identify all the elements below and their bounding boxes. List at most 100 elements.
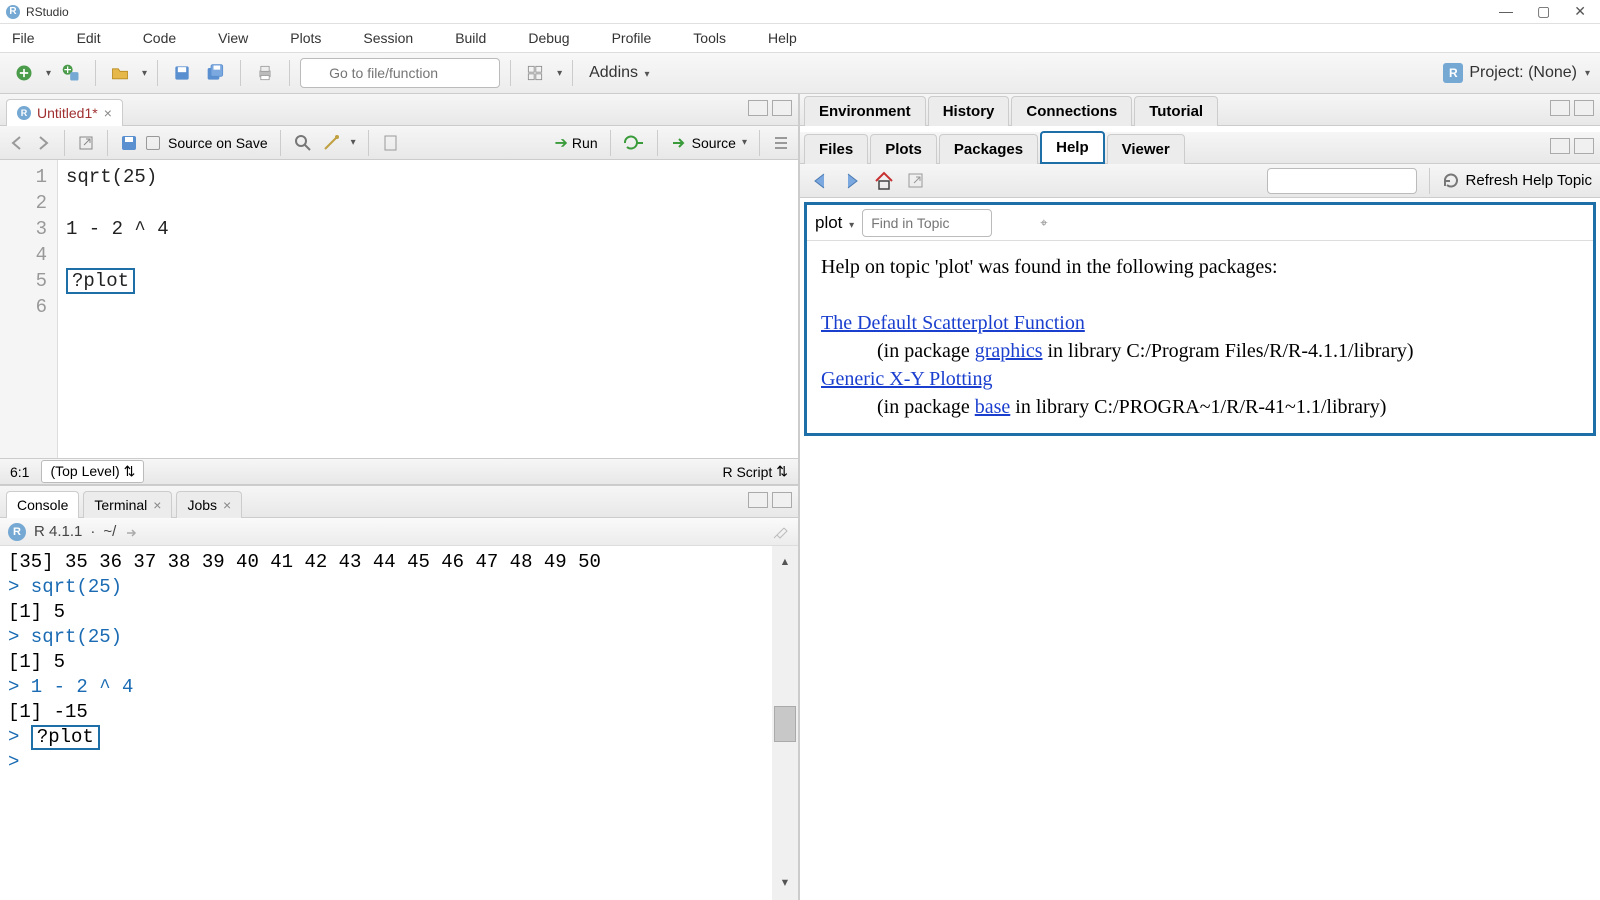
goto-file-input[interactable] [300,58,500,88]
scroll-up-icon[interactable]: ▴ [780,550,790,575]
cursor-position: 6:1 [10,464,29,480]
close-icon[interactable]: ✕ [1574,3,1586,20]
search-icon[interactable] [293,133,313,153]
help-topic-selector[interactable]: plot ▾ [815,213,854,233]
menu-plots[interactable]: Plots [290,30,321,46]
tab-viewer[interactable]: Viewer [1107,134,1185,164]
minimize-icon[interactable]: — [1499,3,1513,20]
wand-icon[interactable] [321,133,341,153]
r-version: R 4.1.1 [34,523,82,540]
back-icon[interactable] [8,134,26,152]
maximize-icon[interactable]: ▢ [1537,3,1550,20]
close-tab-icon[interactable]: × [104,105,112,121]
menu-bar: File Edit Code View Plots Session Build … [0,24,1600,52]
console-scrollbar[interactable]: ▴ ▾ [772,546,798,900]
tab-help[interactable]: Help [1040,131,1105,164]
scroll-down-icon[interactable]: ▾ [780,871,790,896]
tab-tutorial[interactable]: Tutorial [1134,96,1218,126]
pane-maximize-icon[interactable] [1574,138,1594,154]
source-tab-untitled1[interactable]: R Untitled1* × [6,99,123,126]
find-in-topic-input[interactable] [862,209,992,237]
help-link-graphics[interactable]: graphics [975,340,1043,362]
scope-selector[interactable]: (Top Level) ⇅ [41,460,144,483]
pane-minimize-icon[interactable] [1550,138,1570,154]
run-button[interactable]: ➔Run [555,133,598,153]
help-link-scatterplot[interactable]: The Default Scatterplot Function [821,312,1085,334]
popup-wd-icon[interactable] [124,524,140,540]
pane-minimize-icon[interactable] [1550,100,1570,116]
console-output[interactable]: [35] 35 36 37 38 39 40 41 42 43 44 45 46… [0,546,798,900]
source-on-save-checkbox[interactable] [146,136,160,150]
pane-minimize-icon[interactable] [748,492,768,508]
code-area[interactable]: sqrt(25) 1 - 2 ^ 4 ?plot [58,160,798,458]
line-gutter: 123456 [0,160,58,458]
menu-build[interactable]: Build [455,30,486,46]
refresh-help-button[interactable]: Refresh Help Topic [1442,172,1592,190]
notebook-icon[interactable] [381,134,399,152]
broom-icon[interactable] [770,522,790,542]
help-content: Help on topic 'plot' was found in the fo… [807,241,1593,433]
tab-terminal[interactable]: Terminal × [83,491,172,518]
menu-debug[interactable]: Debug [528,30,569,46]
source-button[interactable]: Source▾ [670,134,747,152]
popup-icon[interactable] [77,134,95,152]
console-tabs: Console Terminal × Jobs × [0,486,798,518]
help-back-icon[interactable] [808,169,832,193]
tab-console[interactable]: Console [6,491,79,518]
highlighted-console: ?plot [31,725,100,750]
pane-maximize-icon[interactable] [772,100,792,116]
tab-jobs[interactable]: Jobs × [176,491,242,518]
save-source-icon[interactable] [120,134,138,152]
project-menu[interactable]: R Project: (None) ▾ [1443,63,1590,83]
source-editor[interactable]: 123456 sqrt(25) 1 - 2 ^ 4 ?plot [0,160,798,458]
pane-maximize-icon[interactable] [772,492,792,508]
menu-file[interactable]: File [12,30,35,46]
project-r-icon: R [1443,63,1463,83]
tab-connections[interactable]: Connections [1011,96,1132,126]
new-file-button[interactable] [10,59,38,87]
highlighted-code: ?plot [66,268,135,294]
menu-view[interactable]: View [218,30,248,46]
grid-view-button[interactable] [521,59,549,87]
title-bar: R RStudio — ▢ ✕ [0,0,1600,24]
tab-history[interactable]: History [928,96,1010,126]
scroll-thumb[interactable] [774,706,796,742]
forward-icon[interactable] [34,134,52,152]
open-file-button[interactable] [106,59,134,87]
pane-maximize-icon[interactable] [1574,100,1594,116]
addins-button[interactable]: Addins ▾ [589,64,649,82]
goto-file-wrap [300,58,500,88]
menu-profile[interactable]: Profile [612,30,652,46]
tab-packages[interactable]: Packages [939,134,1038,164]
source-status-bar: 6:1 (Top Level) ⇅ R Script ⇅ [0,458,798,484]
tab-environment[interactable]: Environment [804,96,926,126]
print-button[interactable] [251,59,279,87]
help-link-base[interactable]: base [975,396,1011,418]
menu-tools[interactable]: Tools [693,30,726,46]
new-project-button[interactable] [57,59,85,87]
help-forward-icon[interactable] [840,169,864,193]
grid-caret-icon[interactable]: ▾ [557,68,562,79]
pane-minimize-icon[interactable] [748,100,768,116]
help-link-xyplot[interactable]: Generic X-Y Plotting [821,368,992,390]
working-dir: ~/ [103,523,116,540]
menu-help[interactable]: Help [768,30,797,46]
rerun-icon[interactable] [623,134,645,152]
tab-plots[interactable]: Plots [870,134,937,164]
env-pane-tabs: Environment History Connections Tutorial [800,94,1600,126]
menu-edit[interactable]: Edit [77,30,101,46]
new-file-caret-icon[interactable]: ▾ [46,68,51,79]
help-heading: Help on topic 'plot' was found in the fo… [821,253,1579,281]
open-recent-caret-icon[interactable]: ▾ [142,68,147,79]
save-button[interactable] [168,59,196,87]
outline-icon[interactable] [772,134,790,152]
menu-session[interactable]: Session [363,30,413,46]
help-search-input[interactable] [1267,168,1417,194]
menu-code[interactable]: Code [143,30,176,46]
r-icon: R [8,523,26,541]
tab-files[interactable]: Files [804,134,868,164]
save-all-button[interactable] [202,59,230,87]
help-home-icon[interactable] [872,169,896,193]
help-popup-icon[interactable] [904,169,928,193]
r-file-icon: R [17,106,31,120]
